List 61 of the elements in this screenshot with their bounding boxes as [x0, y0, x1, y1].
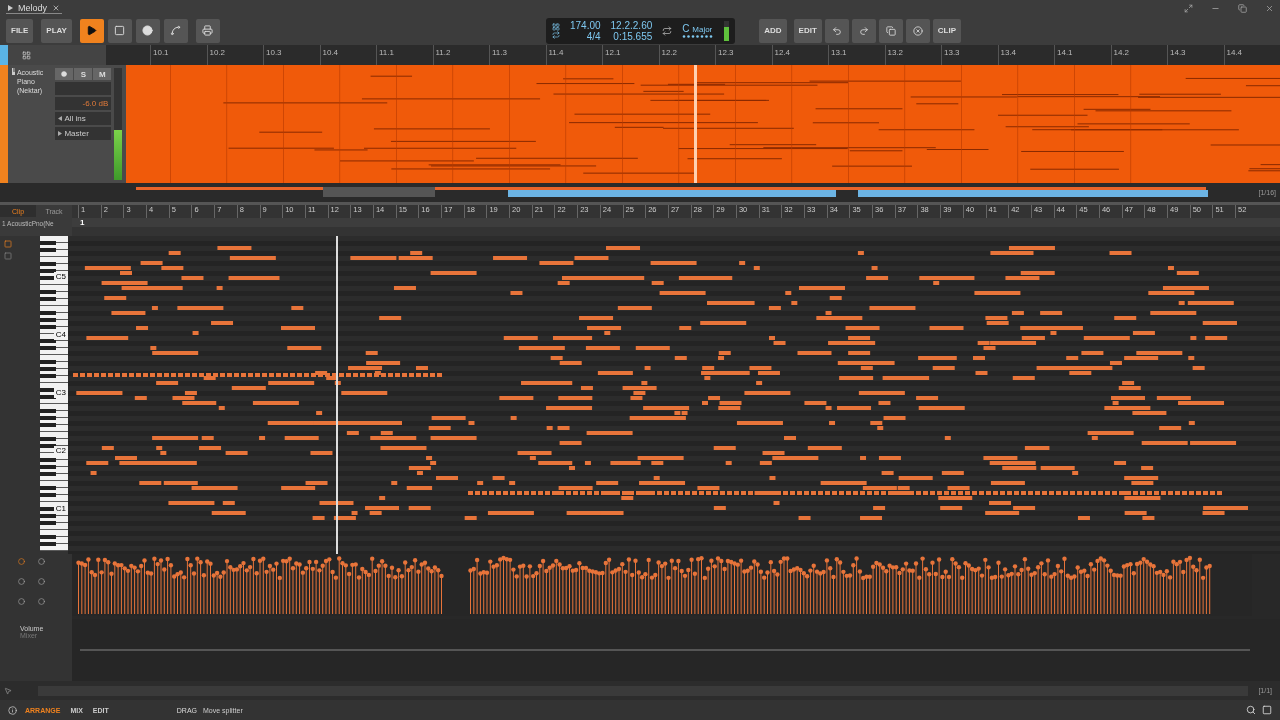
fullscreen-icon[interactable] [1184, 3, 1193, 13]
loop-icon[interactable] [662, 25, 673, 36]
input-icon [58, 116, 63, 121]
tempo-value[interactable]: 174.00 [569, 19, 601, 31]
key-label: C4 [53, 330, 68, 340]
copy-button[interactable] [878, 18, 903, 43]
close-icon[interactable] [52, 3, 60, 12]
redo-icon [858, 25, 869, 36]
input-select[interactable]: All ins [55, 112, 112, 125]
output-icon [58, 131, 63, 136]
undo-button[interactable] [824, 18, 849, 43]
scale-value[interactable]: Major [692, 25, 713, 34]
panel-button[interactable]: EDIT [793, 18, 822, 43]
restore-icon[interactable] [1238, 3, 1247, 13]
record-button[interactable] [135, 18, 160, 43]
record-icon [61, 71, 68, 77]
info-icon[interactable] [8, 705, 17, 715]
record-icon [142, 25, 154, 36]
loop-marker[interactable]: 1 [80, 218, 85, 227]
key-label: C1 [53, 504, 68, 514]
key-value[interactable]: C [682, 23, 690, 34]
panel-icon[interactable] [1262, 705, 1272, 715]
delete-icon [912, 25, 923, 36]
document-tab[interactable]: Melody [6, 2, 62, 14]
menu-button[interactable]: FILE [6, 18, 34, 43]
panel-button[interactable]: ADD [759, 18, 787, 43]
position-value[interactable]: 12.2.2.60 [610, 19, 653, 31]
swap-icon [551, 30, 560, 39]
key-label: C2 [53, 446, 68, 456]
mute-button[interactable]: M [93, 68, 112, 80]
piano-icon [12, 68, 15, 75]
search-icon[interactable] [1246, 705, 1256, 715]
automation-button[interactable] [163, 18, 188, 43]
output-select[interactable]: Master [55, 127, 112, 140]
volume-field[interactable]: -6.0 dB [55, 97, 112, 110]
automation-icon [170, 25, 182, 36]
stop-button[interactable] [107, 18, 132, 43]
panel-button[interactable]: CLIP [932, 18, 962, 43]
print-icon [202, 25, 214, 36]
redo-button[interactable] [851, 18, 876, 43]
close-icon[interactable] [1265, 3, 1274, 13]
time-value[interactable]: 0:15.655 [613, 30, 653, 42]
delete-button[interactable] [905, 18, 930, 43]
grid-icon [551, 22, 560, 31]
menu-button[interactable]: PLAY [41, 18, 72, 43]
dots-icon [682, 35, 715, 38]
triangle-icon [8, 4, 13, 11]
play-icon [86, 25, 98, 36]
undo-icon [831, 25, 842, 36]
grid-icon[interactable] [22, 50, 31, 60]
key-label: C5 [53, 272, 68, 282]
arm-button[interactable] [55, 68, 74, 80]
output-meter [724, 20, 730, 41]
time-signature[interactable]: 4/4 [586, 30, 601, 42]
stop-icon [114, 25, 126, 36]
pointer-icon[interactable] [4, 686, 12, 695]
solo-button[interactable]: S [74, 68, 93, 80]
key-label: C3 [53, 388, 68, 398]
copy-icon [885, 25, 896, 36]
play-button[interactable] [79, 18, 104, 43]
print-button[interactable] [195, 18, 220, 43]
